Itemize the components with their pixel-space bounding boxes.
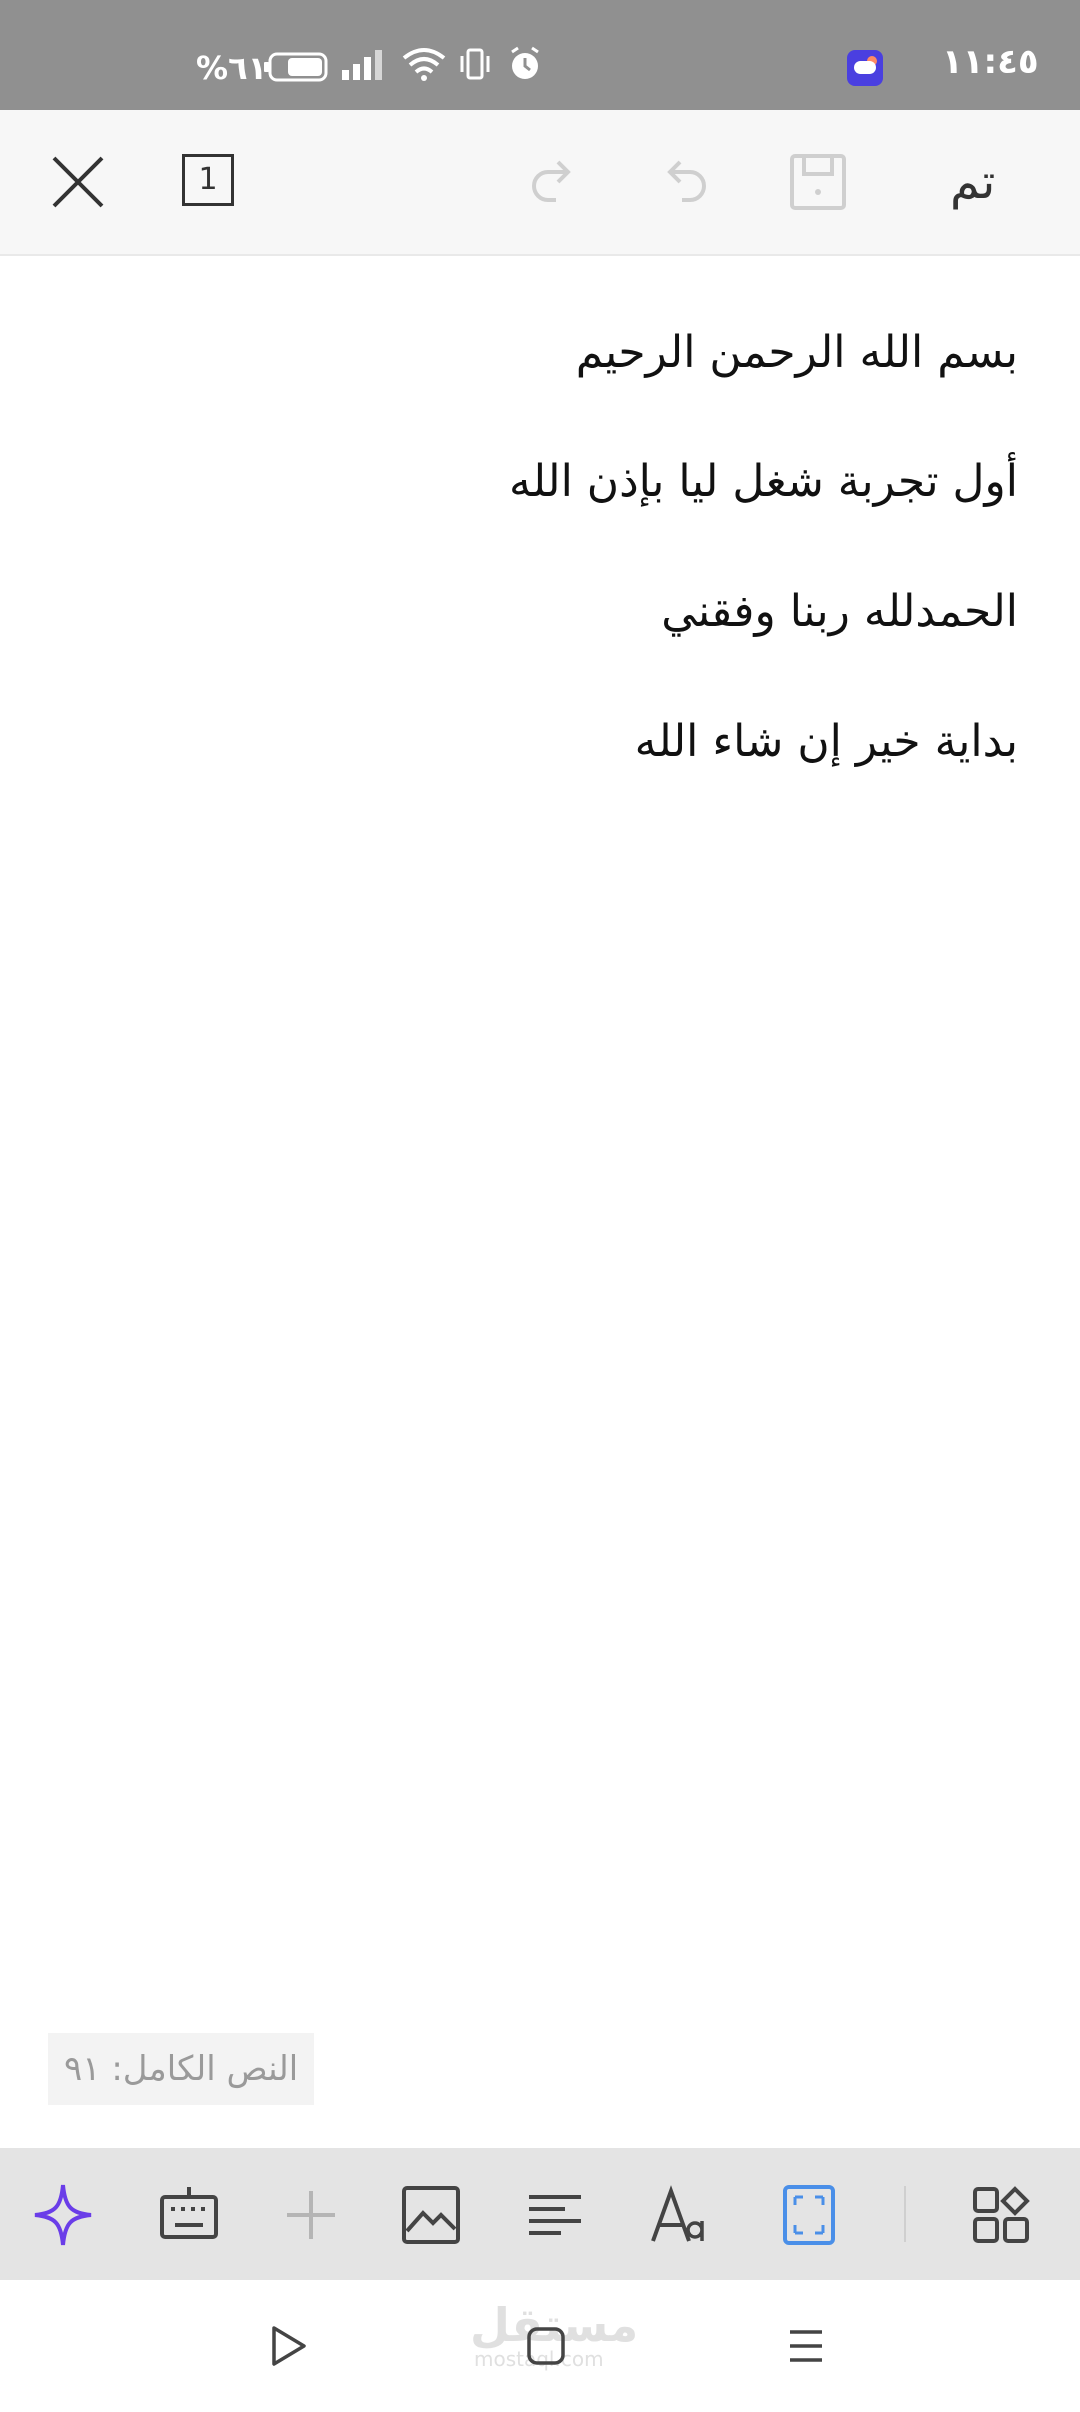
fullscreen-icon [783,2185,835,2245]
layout-button[interactable] [966,2180,1036,2250]
ai-sparkle-icon [34,2184,92,2246]
keyboard-icon [160,2187,218,2239]
keyboard-button[interactable] [154,2180,224,2250]
font-button[interactable] [646,2180,716,2250]
editor-toolbar: 1 تم [0,110,1080,256]
document-line[interactable]: أول تجربة شغل ليا بإذن الله [509,447,1018,517]
back-button[interactable] [252,2310,324,2382]
save-icon [790,154,846,210]
word-count-label[interactable]: النص الكامل: ٩١ [48,2033,315,2105]
weather-app-icon [847,50,883,86]
align-icon [529,2195,581,2235]
signal-icon [340,46,384,86]
done-button[interactable]: تم [950,150,995,214]
format-toolbar [0,2148,1080,2280]
close-button[interactable] [42,146,114,218]
save-button[interactable] [782,146,854,218]
undo-icon [667,160,706,202]
clock: ١١:٤٥ [942,42,1039,82]
insert-button[interactable] [276,2180,346,2250]
status-bar: %٦١ ١١:٤٥ [0,0,1080,110]
close-icon [52,156,104,208]
document-line[interactable]: بسم الله الرحمن الرحيم [576,318,1018,388]
wifi-icon [400,46,448,86]
home-icon [527,2327,565,2365]
image-button[interactable] [396,2180,466,2250]
image-icon [402,2186,460,2244]
home-button[interactable] [510,2310,582,2382]
font-icon [651,2185,704,2242]
redo-icon [532,160,571,202]
recents-button[interactable] [770,2310,842,2382]
undo-button[interactable] [650,146,722,218]
battery-percentage: %٦١ [196,49,268,87]
toolbar-divider [904,2186,906,2242]
insert-plus-icon [287,2191,335,2239]
layout-grid-icon [973,2186,1030,2243]
page-count-button[interactable]: 1 [182,154,234,206]
document-line[interactable]: الحمدلله ربنا وفقني [661,577,1018,647]
fullscreen-button[interactable] [774,2180,844,2250]
recents-icon [790,2330,822,2362]
document-editor[interactable]: بسم الله الرحمن الرحيم أول تجربة شغل ليا… [0,256,1080,2146]
battery-icon [264,52,330,86]
back-icon [272,2326,306,2366]
ai-button[interactable] [28,2180,98,2250]
redo-button[interactable] [516,146,588,218]
align-button[interactable] [520,2180,590,2250]
alarm-icon [508,46,542,86]
vibrate-icon [458,46,492,86]
system-nav-bar: مستقل mostaql.com [0,2280,1080,2412]
document-line[interactable]: بداية خير إن شاء الله [635,707,1018,777]
